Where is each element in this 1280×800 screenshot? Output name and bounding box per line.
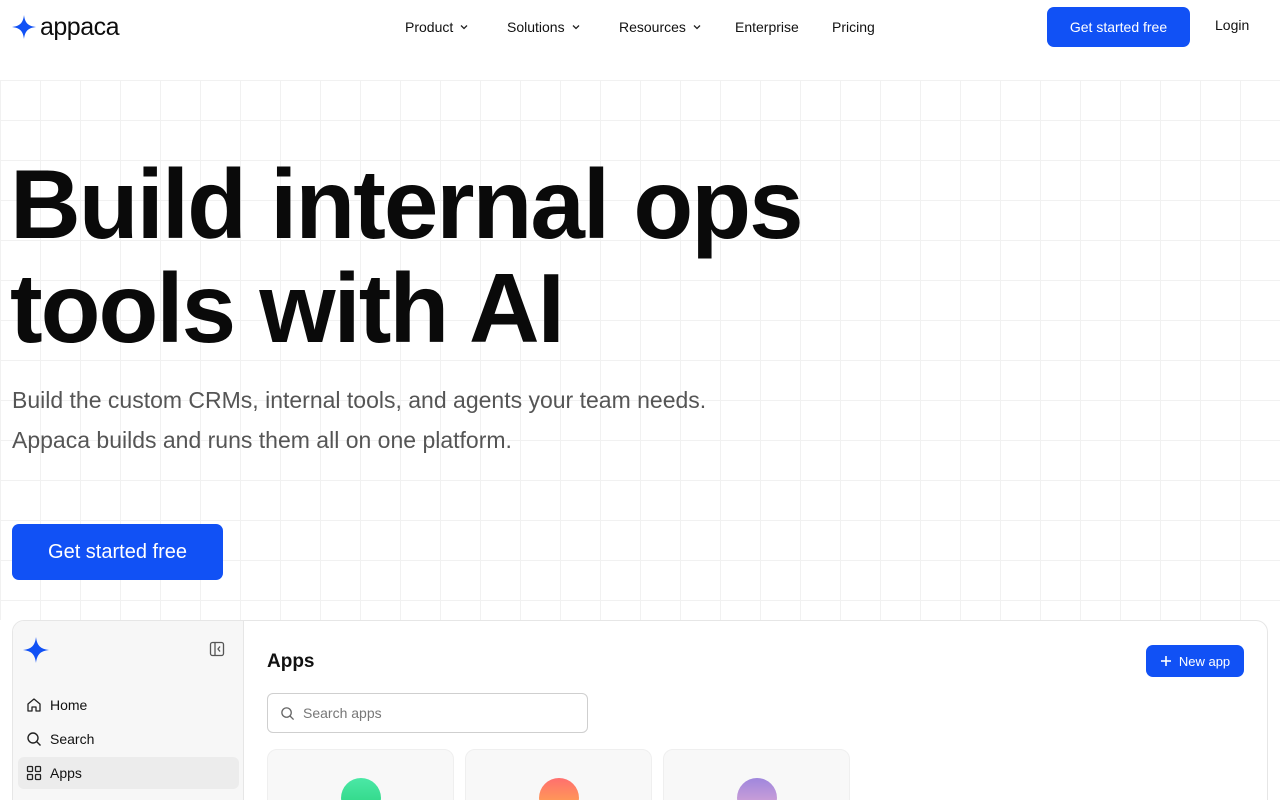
nav-solutions[interactable]: Solutions xyxy=(507,17,619,37)
plus-icon xyxy=(1160,656,1171,666)
chevron-down-icon xyxy=(572,25,580,30)
brand-logo[interactable]: appaca xyxy=(12,13,120,41)
hero-title: Build internal ops tools with AI xyxy=(10,152,910,360)
nav-product-label: Product xyxy=(405,19,454,35)
top-navigation: appaca Product Solutions Resources Enter… xyxy=(0,0,1280,54)
nav-product[interactable]: Product xyxy=(405,17,507,37)
app-card-avatar xyxy=(539,778,579,800)
preview-sidebar: Home Search Apps xyxy=(13,621,244,800)
new-app-button[interactable]: New app xyxy=(1146,645,1244,677)
hero-subtitle: Build the custom CRMs, internal tools, a… xyxy=(12,387,707,453)
chevron-down-icon xyxy=(460,25,468,30)
sidebar-item-label: Apps xyxy=(50,765,82,781)
app-card[interactable] xyxy=(663,749,850,800)
nav-links: Product Solutions Resources Enterprise P… xyxy=(405,17,875,37)
app-preview: Home Search Apps Apps New app xyxy=(12,620,1268,800)
grid-icon xyxy=(26,765,42,781)
nav-resources-label: Resources xyxy=(619,19,686,35)
sidebar-item-home[interactable]: Home xyxy=(18,689,239,721)
nav-enterprise[interactable]: Enterprise xyxy=(735,17,832,37)
app-card-avatar xyxy=(341,778,381,800)
hero-title-line-1: Build internal ops xyxy=(10,149,804,259)
chevron-down-icon xyxy=(693,25,701,30)
sidebar-item-search[interactable]: Search xyxy=(18,723,239,755)
nav-pricing-label: Pricing xyxy=(832,19,875,35)
nav-enterprise-label: Enterprise xyxy=(735,19,799,35)
sparkle-logo-icon xyxy=(23,637,49,663)
sidebar-item-label: Search xyxy=(50,731,95,747)
apps-search-box xyxy=(267,693,588,733)
nav-pricing[interactable]: Pricing xyxy=(832,17,875,37)
sidebar-item-label: Home xyxy=(50,697,88,713)
home-icon xyxy=(27,698,41,712)
hero-title-line-2: tools with AI xyxy=(10,253,565,363)
app-card[interactable] xyxy=(465,749,652,800)
search-apps-input[interactable] xyxy=(303,705,563,721)
sidebar-item-apps[interactable]: Apps xyxy=(18,757,239,789)
nav-get-started-button[interactable]: Get started free xyxy=(1047,7,1190,47)
search-icon xyxy=(27,732,41,746)
brand-name: appaca xyxy=(40,13,120,41)
hero-get-started-button[interactable]: Get started free xyxy=(12,524,223,580)
new-app-label: New app xyxy=(1178,653,1231,669)
sparkle-logo-icon xyxy=(12,15,36,39)
sidebar-collapse-icon[interactable] xyxy=(209,641,225,657)
nav-solutions-label: Solutions xyxy=(507,19,565,35)
app-card[interactable] xyxy=(267,749,454,800)
apps-page-title: Apps xyxy=(267,651,315,672)
search-icon xyxy=(281,706,295,720)
nav-resources[interactable]: Resources xyxy=(619,17,735,37)
app-card-avatar xyxy=(737,778,777,800)
login-link[interactable]: Login xyxy=(1215,17,1249,33)
